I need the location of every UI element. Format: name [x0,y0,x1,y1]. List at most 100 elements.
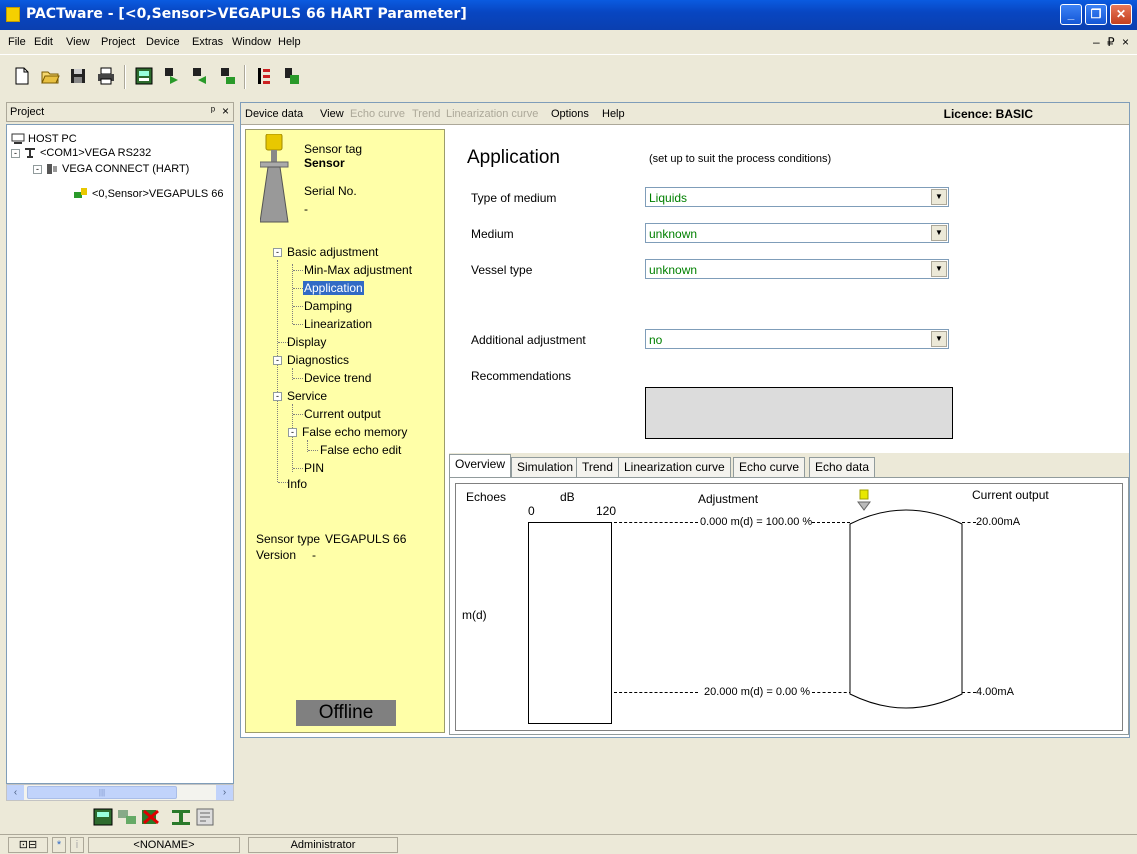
nav-false-echo-edit[interactable]: False echo edit [320,443,401,457]
current-user: Administrator [248,837,398,853]
device-catalog-icon[interactable] [134,66,154,86]
disconnect-icon[interactable] [190,66,210,86]
nav-device-trend[interactable]: Device trend [304,371,371,385]
scroll-left-icon[interactable]: ‹ [7,785,24,800]
pin-icon[interactable]: ᵖ [211,105,215,117]
tree-item-label: <COM1>VEGA RS232 [40,147,152,159]
collapse-icon[interactable]: - [273,248,282,257]
navigation-panel: Sensor tag Sensor Serial No. - - Basic a… [245,129,445,733]
collapse-icon[interactable]: - [288,428,297,437]
echoes-label: Echoes [466,490,507,504]
nav-damping[interactable]: Damping [304,299,352,313]
menu-options[interactable]: Options [551,108,589,120]
nav-application[interactable]: Application [303,281,364,295]
menu-device[interactable]: Device [146,36,180,48]
info-icon: i [70,837,84,853]
print-icon[interactable] [96,66,116,86]
tree-item-com1[interactable]: - <COM1>VEGA RS232 [11,147,151,159]
new-file-icon[interactable] [12,66,32,86]
vessel-icon [849,489,963,709]
close-panel-icon[interactable]: × [222,104,229,118]
menu-file[interactable]: File [8,36,26,48]
overview-panel: Echoes dB 0 120 m(d) Adjustment Current … [449,477,1129,735]
type-of-medium-select[interactable]: Liquids ▼ [645,187,949,207]
nav-display[interactable]: Display [287,335,326,349]
nav-min-max-adjustment[interactable]: Min-Max adjustment [304,263,412,277]
nav-current-output[interactable]: Current output [304,407,381,421]
chevron-down-icon[interactable]: ▼ [931,331,947,347]
nav-linearization[interactable]: Linearization [304,317,372,331]
project-horizontal-scrollbar[interactable]: ‹ ||| › [6,784,234,801]
tree-item-vegapuls-sensor[interactable]: <0,Sensor>VEGAPULS 66 [73,187,223,201]
chevron-down-icon[interactable]: ▼ [931,261,947,277]
page-subtitle: (set up to suit the process conditions) [649,153,832,165]
save-icon[interactable] [68,66,88,86]
tree-item-vega-connect[interactable]: - VEGA CONNECT (HART) [33,163,189,175]
project-tree-icon[interactable] [254,66,274,86]
menu-extras[interactable]: Extras [192,36,223,48]
nav-diagnostics[interactable]: Diagnostics [287,353,349,367]
menu-view[interactable]: View [66,36,90,48]
min-adjust-line [614,692,698,693]
upload-icon[interactable] [218,66,238,86]
toolbar-separator [124,65,126,89]
tab-overview[interactable]: Overview [449,454,512,478]
tab-linearization-curve[interactable]: Linearization curve [618,457,731,477]
menu-device-data[interactable]: Device data [245,108,303,120]
restore-button[interactable]: ❐ [1085,4,1107,25]
menu-project[interactable]: Project [101,36,135,48]
menu-dev-help[interactable]: Help [602,108,625,120]
menu-window[interactable]: Window [232,36,271,48]
chevron-down-icon[interactable]: ▼ [931,189,947,205]
vessel-type-label: Vessel type [471,263,533,277]
delete-device-icon[interactable] [140,807,162,827]
recommendations-box [645,387,953,439]
menu-edit[interactable]: Edit [34,36,53,48]
vessel-type-select[interactable]: unknown ▼ [645,259,949,279]
collapse-icon[interactable]: - [11,148,20,158]
add-device-icon[interactable] [170,807,192,827]
chevron-down-icon[interactable]: ▼ [931,225,947,241]
nav-info[interactable]: Info [287,477,307,491]
serial-no-label: Serial No. [304,184,357,198]
nav-false-echo-memory[interactable]: False echo memory [302,425,407,439]
nav-pin[interactable]: PIN [304,461,324,475]
menu-help[interactable]: Help [278,36,301,48]
computer-icon [11,133,25,144]
open-folder-icon[interactable] [40,66,60,86]
connect-icon[interactable] [162,66,182,86]
minimize-button[interactable]: _ [1060,4,1082,25]
network-scan-icon[interactable] [116,807,138,827]
echo-level-box [528,522,612,724]
additional-adjustment-select[interactable]: no ▼ [645,329,949,349]
menu-bar: File Edit View Project Device Extras Win… [0,30,1137,54]
nav-service[interactable]: Service [287,389,327,403]
close-button[interactable]: ✕ [1110,4,1132,25]
version-value: - [312,548,316,562]
current-min-line [962,692,976,693]
overview-diagram: Echoes dB 0 120 m(d) Adjustment Current … [455,483,1123,731]
project-panel-header: Project ᵖ × [6,102,234,122]
sensor-type-value: VEGAPULS 66 [325,532,407,546]
com-port-icon [25,148,35,158]
tab-echo-data[interactable]: Echo data [809,457,876,477]
scroll-thumb[interactable]: ||| [27,786,177,799]
collapse-icon[interactable]: - [273,356,282,365]
device-catalog-icon[interactable] [92,807,114,827]
device-properties-icon[interactable] [194,807,216,827]
tab-echo-curve[interactable]: Echo curve [733,457,806,477]
medium-select[interactable]: unknown ▼ [645,223,949,243]
tree-item-host-pc[interactable]: HOST PC [11,133,77,145]
nav-basic-adjustment[interactable]: Basic adjustment [287,245,378,259]
collapse-icon[interactable]: - [33,164,42,174]
tab-bar: Overview Simulation Trend Linearization … [449,453,1129,478]
mdi-window-controls[interactable]: – ₽ × [1093,35,1131,49]
tab-trend[interactable]: Trend [576,457,619,477]
tab-simulation[interactable]: Simulation [511,457,580,477]
db-max-label: 120 [596,504,617,518]
device-parameter-icon[interactable] [282,66,302,86]
menu-dev-view[interactable]: View [320,108,344,120]
adjustment-label: Adjustment [698,492,759,506]
collapse-icon[interactable]: - [273,392,282,401]
scroll-right-icon[interactable]: › [216,785,233,800]
